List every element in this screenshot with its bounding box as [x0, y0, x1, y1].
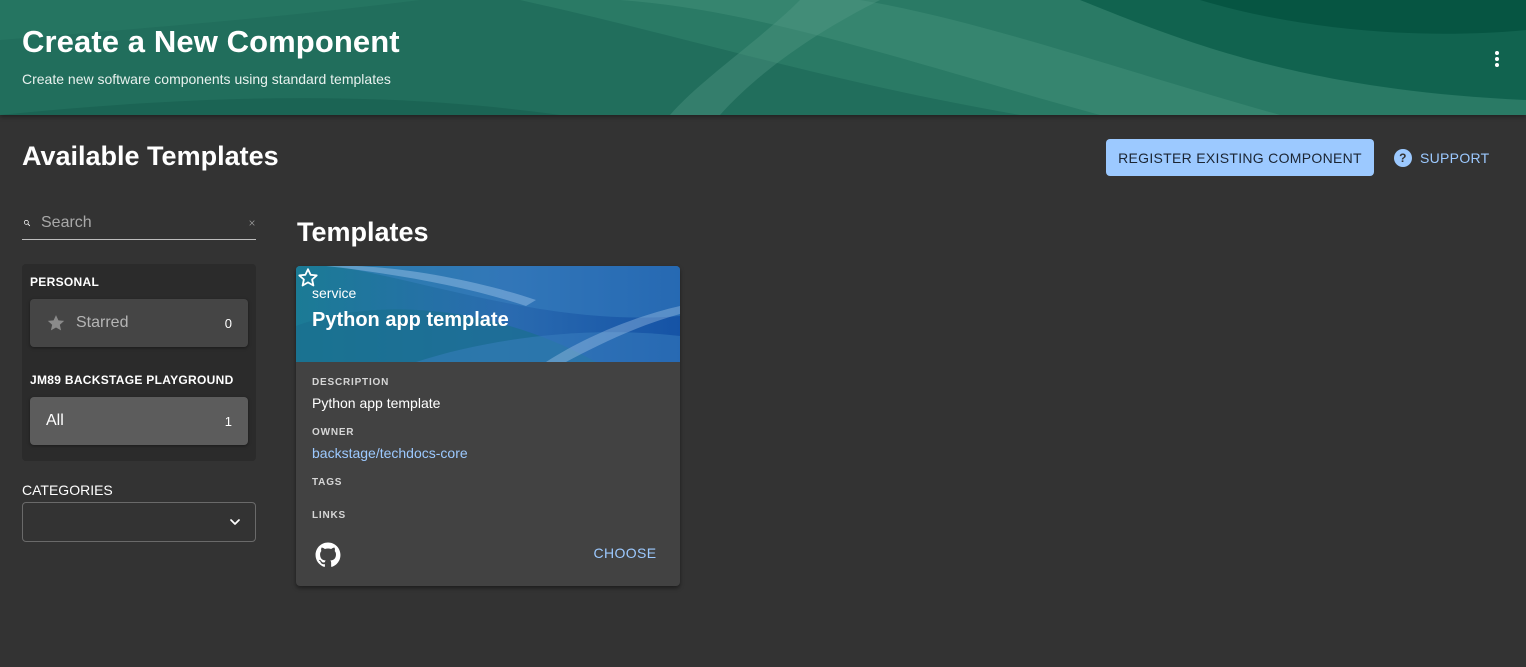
search-field[interactable] — [22, 206, 256, 240]
star-icon — [47, 315, 65, 331]
filter-starred-label: Starred — [76, 314, 129, 331]
template-title: Python app template — [312, 309, 509, 331]
star-outline-icon[interactable] — [296, 266, 320, 290]
filter-all[interactable]: All 1 — [30, 397, 248, 445]
page-subtitle: Create new software components using sta… — [22, 71, 391, 87]
owner-filter-panel: PERSONAL Starred 0 JM89 BACKSTAGE PLAYGR… — [22, 264, 256, 461]
page-title: Create a New Component — [22, 24, 400, 59]
content-title: Available Templates — [22, 141, 279, 171]
filter-all-count: 1 — [224, 413, 232, 429]
search-icon — [23, 219, 31, 226]
filter-starred[interactable]: Starred 0 — [30, 299, 248, 347]
owner-label: OWNER — [312, 427, 355, 438]
links-label: LINKS — [312, 510, 346, 521]
templates-heading: Templates — [297, 217, 429, 247]
choose-button[interactable]: CHOOSE — [586, 536, 664, 570]
github-icon[interactable] — [315, 542, 341, 568]
support-button[interactable]: ? SUPPORT — [1394, 139, 1490, 176]
page-header: Create a New Component Create new softwa… — [0, 0, 1526, 115]
more-vertical-icon[interactable] — [1485, 47, 1509, 71]
org-group-label: JM89 BACKSTAGE PLAYGROUND — [30, 373, 234, 387]
description-label: DESCRIPTION — [312, 377, 390, 388]
description-value: Python app template — [312, 395, 441, 411]
filter-all-label: All — [46, 412, 64, 429]
filter-starred-count: 0 — [224, 315, 232, 331]
tags-label: TAGS — [312, 477, 343, 488]
owner-link[interactable]: backstage/techdocs-core — [312, 445, 468, 461]
register-existing-component-button[interactable]: REGISTER EXISTING COMPONENT — [1106, 139, 1374, 176]
categories-label: CATEGORIES — [22, 482, 113, 498]
categories-select[interactable] — [22, 502, 256, 542]
help-circle-icon: ? — [1394, 148, 1412, 167]
template-card-header: service Python app template — [296, 266, 680, 362]
personal-group-label: PERSONAL — [30, 275, 100, 289]
template-card: service Python app template DESCRIPTION … — [296, 266, 680, 586]
search-input[interactable] — [41, 213, 248, 232]
support-label: SUPPORT — [1420, 149, 1490, 166]
chevron-down-icon — [230, 519, 240, 525]
close-icon[interactable] — [248, 212, 256, 234]
